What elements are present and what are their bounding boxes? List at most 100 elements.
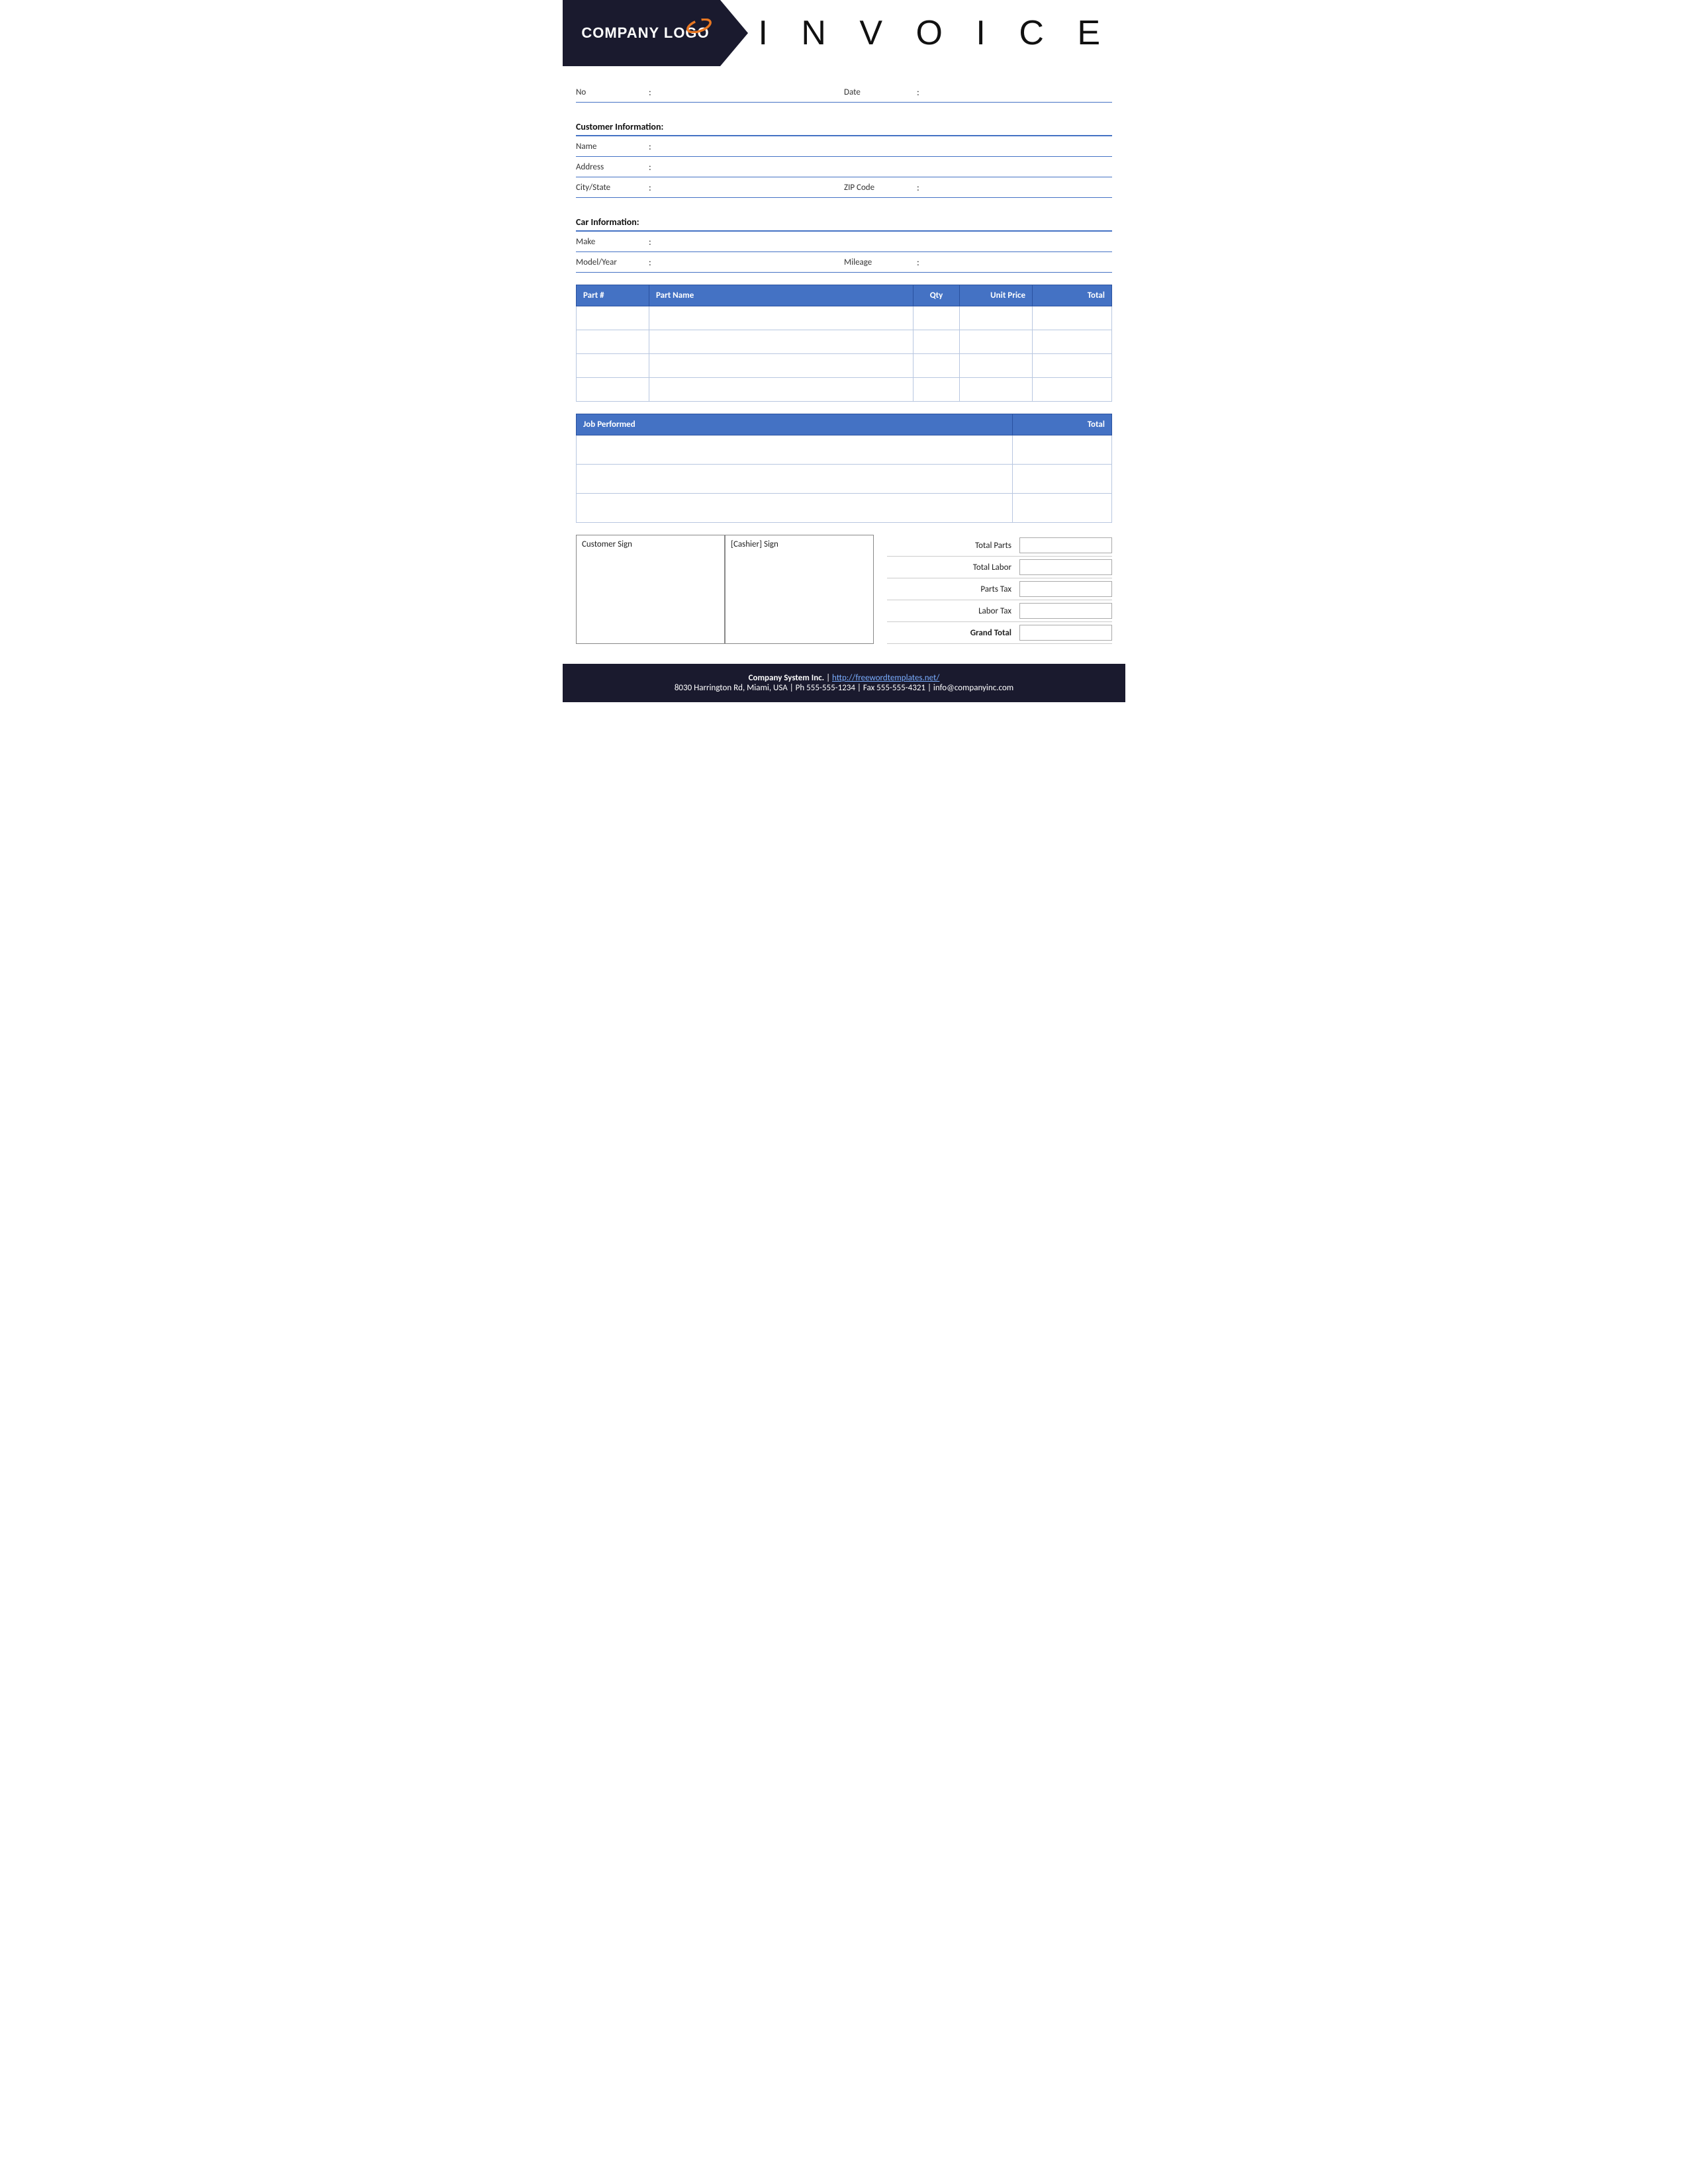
name-colon: :: [649, 141, 651, 152]
col-total: Total: [1033, 285, 1112, 306]
part-num-cell: [577, 378, 649, 402]
swoosh-icon: [686, 19, 712, 33]
part-num-cell: [577, 330, 649, 354]
zipcode-label: ZIP Code: [844, 183, 917, 193]
total-labor-label: Total Labor: [887, 563, 1019, 572]
parts-table: Part # Part Name Qty Unit Price Total: [576, 285, 1112, 402]
qty-cell: [914, 330, 960, 354]
customer-name-row: Name :: [576, 136, 1112, 157]
qty-cell: [914, 306, 960, 330]
grand-total-label: Grand Total: [887, 628, 1019, 638]
col-unit-price: Unit Price: [960, 285, 1033, 306]
grand-total-value: [1019, 625, 1112, 641]
footer-line1: Company System Inc. | http://freewordtem…: [569, 673, 1119, 683]
make-colon: :: [649, 236, 651, 248]
table-row: [577, 354, 1112, 378]
total-parts-label: Total Parts: [887, 541, 1019, 551]
page-header: COMPANY LOGO I N V O I C E: [563, 0, 1125, 66]
citystate-label: City/State: [576, 183, 649, 193]
job-section: Job Performed Total: [563, 414, 1125, 523]
col-part-name: Part Name: [649, 285, 914, 306]
logo-area: COMPANY LOGO: [563, 0, 748, 66]
customer-section-title: Customer Information:: [576, 121, 663, 132]
no-colon: :: [649, 87, 651, 98]
footer-pipe: |: [826, 673, 832, 683]
citystate-zip-row: City/State : ZIP Code :: [576, 177, 1112, 198]
part-name-cell: [649, 330, 914, 354]
mileage-label: Mileage: [844, 257, 917, 267]
total-cell: [1033, 378, 1112, 402]
customer-sign-box: Customer Sign: [576, 535, 725, 644]
job-total-cell: [1013, 465, 1112, 494]
part-num-cell: [577, 306, 649, 330]
total-cell: [1033, 330, 1112, 354]
footer-line2: 8030 Harrington Rd, Miami, USA | Ph 555-…: [569, 683, 1119, 693]
job-table-header: Job Performed Total: [577, 414, 1112, 435]
total-cell: [1033, 354, 1112, 378]
part-name-cell: [649, 354, 914, 378]
parts-tax-label: Parts Tax: [887, 584, 1019, 594]
bottom-section: Customer Sign [Cashier] Sign Total Parts…: [563, 535, 1125, 644]
no-date-row: No : Date :: [576, 82, 1112, 103]
mileage-colon: :: [917, 257, 919, 268]
job-total-cell: [1013, 494, 1112, 523]
citystate-value: [657, 181, 844, 193]
footer-website-link[interactable]: http://freewordtemplates.net/: [832, 673, 939, 683]
sign-totals-row: Customer Sign [Cashier] Sign Total Parts…: [576, 535, 1112, 644]
make-label: Make: [576, 237, 649, 247]
total-labor-value: [1019, 559, 1112, 575]
sign-area: Customer Sign [Cashier] Sign: [576, 535, 874, 644]
address-value: [657, 161, 1112, 173]
total-parts-row: Total Parts: [887, 535, 1112, 557]
zipcode-value: [925, 181, 1112, 193]
date-field: Date :: [844, 82, 1112, 103]
address-colon: :: [649, 161, 651, 173]
modelyear-mileage-row: Model/Year : Mileage :: [576, 252, 1112, 273]
totals-area: Total Parts Total Labor Parts Tax Labor …: [887, 535, 1112, 644]
table-row: [577, 330, 1112, 354]
labor-tax-row: Labor Tax: [887, 600, 1112, 622]
invoice-title: I N V O I C E: [759, 13, 1113, 53]
table-row: [577, 494, 1112, 523]
labor-tax-label: Labor Tax: [887, 606, 1019, 616]
make-value: [657, 236, 1112, 248]
col-job-total: Total: [1013, 414, 1112, 435]
mileage-value: [925, 256, 1112, 268]
qty-cell: [914, 354, 960, 378]
no-label: No: [576, 87, 649, 97]
name-value: [657, 140, 1112, 152]
name-label: Name: [576, 142, 649, 152]
address-label: Address: [576, 162, 649, 172]
job-desc-cell: [577, 494, 1013, 523]
modelyear-colon: :: [649, 257, 651, 268]
zipcode-field: ZIP Code :: [844, 177, 1112, 198]
modelyear-value: [657, 256, 844, 268]
modelyear-field: Model/Year :: [576, 252, 844, 273]
table-row: [577, 465, 1112, 494]
col-part-num: Part #: [577, 285, 649, 306]
citystate-field: City/State :: [576, 177, 844, 198]
car-make-row: Make :: [576, 232, 1112, 252]
parts-section: Part # Part Name Qty Unit Price Total: [563, 285, 1125, 402]
table-row: [577, 378, 1112, 402]
job-desc-cell: [577, 465, 1013, 494]
modelyear-label: Model/Year: [576, 257, 649, 267]
table-row: [577, 306, 1112, 330]
unit-price-cell: [960, 306, 1033, 330]
cashier-sign-label: [Cashier] Sign: [731, 539, 778, 549]
total-parts-value: [1019, 537, 1112, 553]
part-name-cell: [649, 306, 914, 330]
customer-address-row: Address :: [576, 157, 1112, 177]
col-qty: Qty: [914, 285, 960, 306]
grand-total-row: Grand Total: [887, 622, 1112, 644]
col-job: Job Performed: [577, 414, 1013, 435]
parts-table-header: Part # Part Name Qty Unit Price Total: [577, 285, 1112, 306]
footer-company-name: Company System Inc.: [749, 673, 825, 683]
total-cell: [1033, 306, 1112, 330]
unit-price-cell: [960, 378, 1033, 402]
labor-tax-value: [1019, 603, 1112, 619]
zipcode-colon: :: [917, 182, 919, 193]
table-row: [577, 435, 1112, 465]
qty-cell: [914, 378, 960, 402]
no-field: No :: [576, 82, 844, 103]
